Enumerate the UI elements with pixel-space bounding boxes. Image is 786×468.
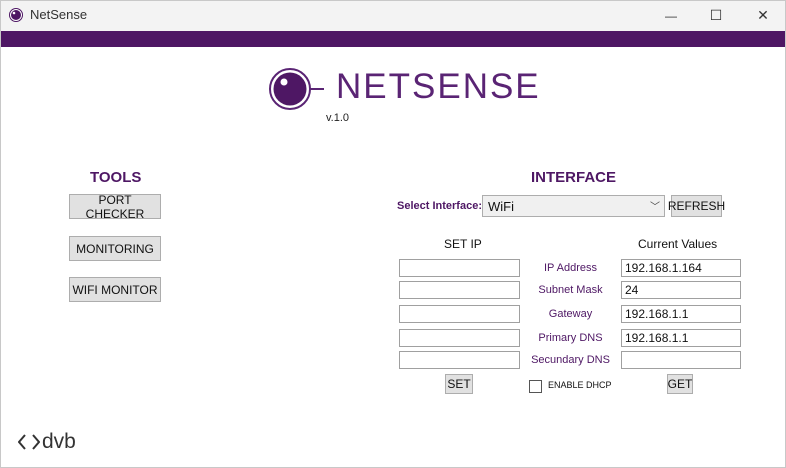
chevron-down-icon: ﹀ xyxy=(650,202,660,213)
primary-dns-label: Primary DNS xyxy=(538,332,603,344)
secundary-dns-label: Secundary DNS xyxy=(531,354,610,366)
interface-select[interactable]: WiFi xyxy=(482,195,665,217)
set-primary-dns-input[interactable] xyxy=(399,329,520,347)
interface-select-value: WiFi xyxy=(488,199,514,214)
tools-heading: TOOLS xyxy=(90,169,142,186)
minimize-icon: — xyxy=(665,8,677,23)
header-bar xyxy=(0,31,786,47)
current-subnet-mask-field[interactable] xyxy=(621,281,741,299)
enable-dhcp-label: ENABLE DHCP xyxy=(548,380,612,390)
monitoring-button[interactable]: MONITORING xyxy=(69,236,161,261)
get-button[interactable]: GET xyxy=(667,374,693,394)
code-brackets-icon xyxy=(18,434,40,450)
dvb-logo: dvb xyxy=(18,430,76,454)
close-icon: ✕ xyxy=(757,7,769,23)
set-ip-address-input[interactable] xyxy=(399,259,520,277)
minimize-button[interactable]: — xyxy=(648,0,694,31)
set-ip-title: SET IP xyxy=(444,237,482,251)
ip-address-label: IP Address xyxy=(544,262,597,274)
enable-dhcp-checkbox[interactable] xyxy=(529,380,542,393)
current-values-title: Current Values xyxy=(638,237,718,251)
refresh-button[interactable]: REFRESH xyxy=(668,195,725,217)
port-checker-button[interactable]: PORT CHECKER xyxy=(69,193,161,221)
set-secundary-dns-input[interactable] xyxy=(399,351,520,369)
lens-icon xyxy=(269,68,324,110)
app-logo-text: NETSENSE xyxy=(336,67,541,106)
subnet-mask-label: Subnet Mask xyxy=(538,284,603,296)
current-gateway-field[interactable] xyxy=(621,305,741,323)
interface-heading: INTERFACE xyxy=(531,169,617,186)
current-secundary-dns-field[interactable] xyxy=(621,351,741,369)
app-icon xyxy=(9,8,23,22)
set-gateway-input[interactable] xyxy=(399,305,520,323)
wifi-monitor-button[interactable]: WIFI MONITOR xyxy=(69,277,161,302)
version-label: v.1.0 xyxy=(326,112,350,124)
close-button[interactable]: ✕ xyxy=(740,0,786,31)
gateway-label: Gateway xyxy=(548,308,593,320)
window-title: NetSense xyxy=(30,7,88,22)
dvb-brand-text: dvb xyxy=(42,430,76,453)
set-button[interactable]: SET xyxy=(445,374,473,394)
current-primary-dns-field[interactable] xyxy=(621,329,741,347)
maximize-button[interactable]: ☐ xyxy=(693,0,739,31)
maximize-icon: ☐ xyxy=(709,7,723,23)
current-ip-address-field[interactable] xyxy=(621,259,741,277)
select-interface-label: Select Interface: xyxy=(397,200,482,212)
set-subnet-mask-input[interactable] xyxy=(399,281,520,299)
